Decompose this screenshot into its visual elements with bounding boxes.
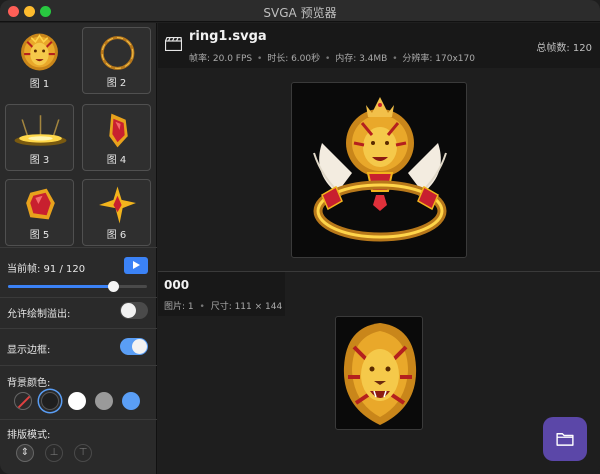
divider [0,297,157,298]
fps-text: 帧率: 20.0 FPS [189,54,253,64]
thumbnail-label: 图 4 [106,155,127,166]
frame-name: 000 [164,278,190,292]
divider [0,365,157,366]
bg-swatch-dark[interactable] [41,392,59,410]
thumbnail-3[interactable]: 图 3 [5,104,74,171]
frame-info: 000 图片: 1 • 尺寸: 111 × 144 [158,272,285,316]
thumbnail-2[interactable]: 图 2 [82,27,151,94]
window-title: SVGA 预览器 [263,6,337,20]
overflow-toggle[interactable] [120,302,148,319]
thumbnail-label: 图 5 [29,230,50,241]
divider [0,328,157,329]
frame-slider[interactable] [8,281,147,292]
thumbnail-label: 图 3 [29,155,50,166]
title-bar: SVGA 预览器 [0,0,600,22]
sidebar: 图 1 图 2 图 3 图 4 图 5 图 6 当前帧: 91 / 120 允许… [0,23,157,474]
main-panel: ring1.svga 帧率: 20.0 FPS • 时长: 6.00秒 • 内存… [158,23,600,474]
lion-ring-artwork [313,97,447,242]
thumbnail-label: 图 1 [29,79,50,90]
thumbnail-label: 图 2 [106,78,127,89]
top-align-icon[interactable]: ⊤ [74,444,92,462]
thumbnail-label: 图 6 [106,230,127,241]
bg-color-label: 背景颜色: [7,378,51,389]
play-button[interactable] [124,257,148,274]
thumbnail-4[interactable]: 图 4 [82,104,151,171]
layout-mode-label: 排版模式: [7,430,51,441]
resolution-text: 分辨率: 170x170 [402,54,475,64]
bottom-align-icon[interactable]: ⊥ [45,444,63,462]
image-count: 图片: 1 [164,302,194,312]
duration-text: 时长: 6.00秒 [267,54,321,64]
clapperboard-icon [165,37,182,51]
open-folder-button[interactable] [543,417,587,461]
overflow-label: 允许绘制溢出: [7,309,71,320]
frame-meta: 图片: 1 • 尺寸: 111 × 144 [164,299,282,312]
thumbnail-1[interactable]: 图 1 [5,27,74,94]
border-label: 显示边框: [7,345,51,356]
thumbnail-6[interactable]: 图 6 [82,179,151,246]
frame-slider-fill [8,285,114,288]
divider [0,419,157,420]
meta-separator: • [325,54,331,64]
total-frames: 总帧数: 120 [536,43,592,54]
bg-swatch-white[interactable] [68,392,86,410]
lion-head-artwork [343,323,417,425]
red-gem-icon [109,113,128,148]
gold-pedestal-icon [14,115,67,146]
bg-swatch-none[interactable] [14,392,32,410]
divider [0,247,157,248]
frame-size: 尺寸: 111 × 144 [210,302,283,312]
gold-star-gem-icon [99,186,136,224]
file-info-header: ring1.svga 帧率: 20.0 FPS • 时长: 6.00秒 • 内存… [158,23,600,68]
border-toggle[interactable] [120,338,148,355]
meta-separator: • [199,302,205,312]
gold-ring-icon [100,36,135,70]
current-frame-label: 当前帧: 91 / 120 [7,264,86,275]
app-window: SVGA 预览器 图 1 图 2 图 3 图 4 图 5 图 6 当前帧: 91… [0,0,600,474]
memory-text: 内存: 3.4MB [335,54,388,64]
file-name: ring1.svga [189,29,267,44]
file-meta: 帧率: 20.0 FPS • 时长: 6.00秒 • 内存: 3.4MB • 分… [189,51,475,64]
lion-head-icon [21,33,58,71]
animation-preview [291,82,467,258]
thumbnail-5[interactable]: 图 5 [5,179,74,246]
frame-slider-thumb[interactable] [108,281,120,292]
center-align-icon[interactable]: ⇕ [16,444,34,462]
toggle-knob [121,303,136,318]
toggle-knob [132,339,147,354]
red-gem-icon [26,188,55,220]
bg-swatch-gray[interactable] [95,392,113,410]
meta-separator: • [257,54,263,64]
bg-swatch-blue[interactable] [122,392,140,410]
folder-icon [556,433,574,446]
frame-image-preview [335,316,423,430]
meta-separator: • [392,54,398,64]
